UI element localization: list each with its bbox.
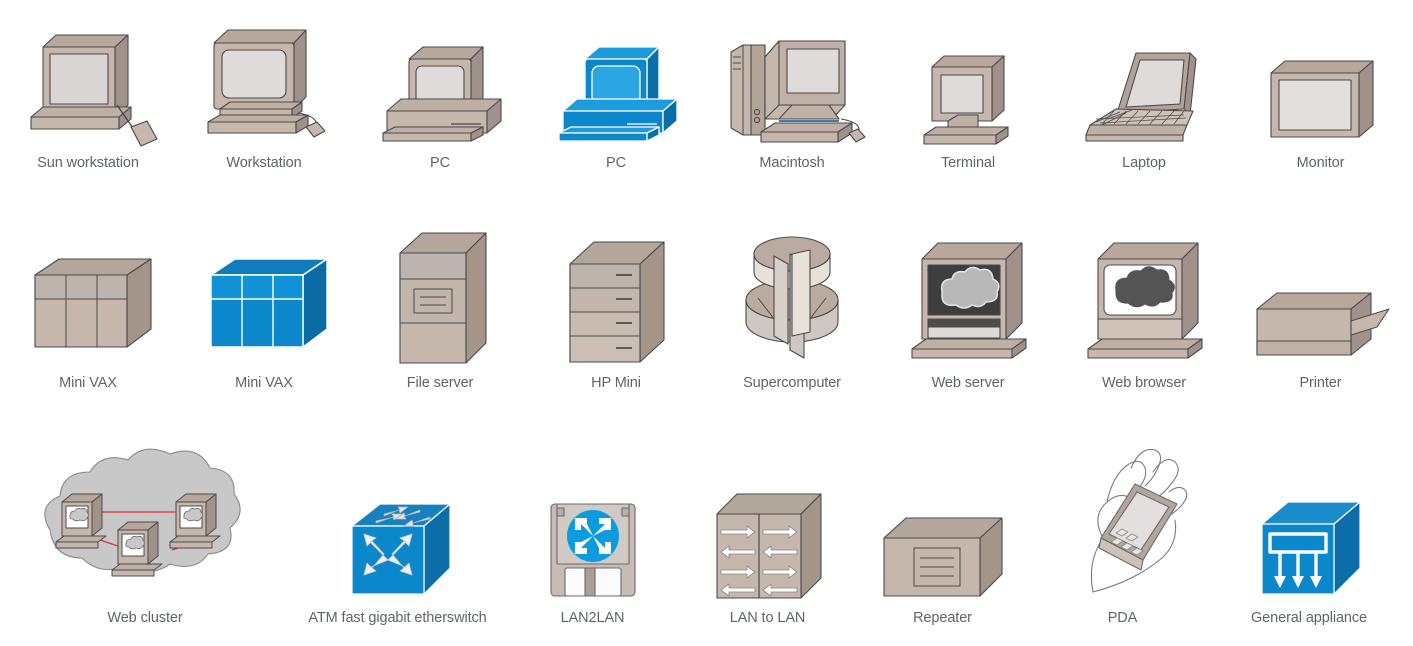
pda-icon[interactable] <box>1053 442 1193 602</box>
stencil-item-repeater[interactable]: Repeater <box>855 512 1030 626</box>
macintosh-icon[interactable] <box>717 27 867 147</box>
stencil-item-general-appliance[interactable]: General appliance <box>1215 494 1403 626</box>
stencil-item-workstation[interactable]: Workstation <box>176 25 352 171</box>
web-browser-icon[interactable] <box>1082 237 1206 367</box>
supercomputer-icon[interactable] <box>732 232 852 367</box>
stencil-item-label: Sun workstation <box>37 154 139 171</box>
lan2lan-icon[interactable] <box>541 494 645 602</box>
stencil-sheet: Sun workstation Workstation PC PC Macint… <box>0 0 1413 646</box>
repeater-icon[interactable] <box>878 512 1008 602</box>
workstation-icon[interactable] <box>198 25 330 147</box>
stencil-row-1: Sun workstation Workstation PC PC Macint… <box>0 0 1413 170</box>
stencil-item-web-browser[interactable]: Web browser <box>1056 237 1232 391</box>
stencil-item-label: HP Mini <box>591 374 641 391</box>
web-server-icon[interactable] <box>906 237 1030 367</box>
stencil-row-3: Web cluster ATM fast gigabit etherswitch… <box>0 425 1413 625</box>
mini-vax-icon[interactable] <box>23 257 153 367</box>
web-cluster-icon[interactable] <box>20 448 270 602</box>
stencil-item-terminal[interactable]: Terminal <box>880 47 1056 171</box>
stencil-item-pc[interactable]: PC <box>352 37 528 171</box>
stencil-item-label: Web browser <box>1101 374 1187 391</box>
stencil-item-web-server[interactable]: Web server <box>880 237 1056 391</box>
stencil-item-pc-blue[interactable]: PC <box>528 37 704 171</box>
stencil-item-label: Laptop <box>1122 154 1166 171</box>
stencil-row-2: Mini VAX Mini VAX File server HP Mini Su… <box>0 205 1413 390</box>
stencil-item-label: Monitor <box>1296 154 1345 171</box>
stencil-item-file-server[interactable]: File server <box>352 227 528 391</box>
stencil-item-label: LAN2LAN <box>560 609 625 626</box>
stencil-item-label: Workstation <box>226 154 302 171</box>
stencil-item-macintosh[interactable]: Macintosh <box>704 27 880 171</box>
stencil-item-printer[interactable]: Printer <box>1232 287 1409 391</box>
stencil-item-label: Printer <box>1299 374 1342 391</box>
monitor-icon[interactable] <box>1265 55 1377 147</box>
laptop-icon[interactable] <box>1080 47 1208 147</box>
stencil-item-mini-vax[interactable]: Mini VAX <box>0 257 176 391</box>
stencil-item-web-cluster[interactable]: Web cluster <box>0 448 290 626</box>
stencil-item-supercomputer[interactable]: Supercomputer <box>704 232 880 391</box>
hp-mini-icon[interactable] <box>560 232 672 367</box>
stencil-item-lan-to-lan[interactable]: LAN to LAN <box>680 484 855 626</box>
stencil-item-hp-mini[interactable]: HP Mini <box>528 232 704 391</box>
atm-etherswitch-icon[interactable] <box>338 494 458 602</box>
stencil-item-monitor[interactable]: Monitor <box>1232 55 1409 171</box>
printer-icon[interactable] <box>1251 287 1391 367</box>
stencil-item-label: Mini VAX <box>59 374 117 391</box>
pc-icon[interactable] <box>375 37 505 147</box>
stencil-item-laptop[interactable]: Laptop <box>1056 47 1232 171</box>
stencil-item-label: Macintosh <box>759 154 825 171</box>
stencil-item-label: File server <box>406 374 474 391</box>
stencil-item-label: Mini VAX <box>235 374 293 391</box>
pc-blue-icon[interactable] <box>551 37 681 147</box>
stencil-item-label: LAN to LAN <box>729 609 806 626</box>
lan-to-lan-icon[interactable] <box>707 484 829 602</box>
stencil-item-label: Repeater <box>913 609 972 626</box>
stencil-item-sun-workstation[interactable]: Sun workstation <box>0 27 176 171</box>
stencil-item-label: PC <box>606 154 626 171</box>
stencil-item-label: PC <box>430 154 450 171</box>
mini-vax-blue-icon[interactable] <box>199 257 329 367</box>
stencil-item-lan2lan[interactable]: LAN2LAN <box>505 494 680 626</box>
stencil-item-label: Web server <box>931 374 1005 391</box>
stencil-item-label: ATM fast gigabit etherswitch <box>308 609 487 626</box>
stencil-item-label: PDA <box>1107 609 1138 626</box>
stencil-item-label: Terminal <box>941 154 995 171</box>
sun-workstation-icon[interactable] <box>23 27 158 147</box>
stencil-item-label: Web cluster <box>107 609 183 626</box>
general-appliance-icon[interactable] <box>1250 494 1368 602</box>
terminal-icon[interactable] <box>916 47 1021 147</box>
stencil-item-label: General appliance <box>1251 609 1367 626</box>
stencil-item-pda[interactable]: PDA <box>1030 442 1215 626</box>
stencil-item-atm-etherswitch[interactable]: ATM fast gigabit etherswitch <box>290 494 505 626</box>
file-server-icon[interactable] <box>386 227 494 367</box>
stencil-item-mini-vax-blue[interactable]: Mini VAX <box>176 257 352 391</box>
stencil-item-label: Supercomputer <box>743 374 841 391</box>
